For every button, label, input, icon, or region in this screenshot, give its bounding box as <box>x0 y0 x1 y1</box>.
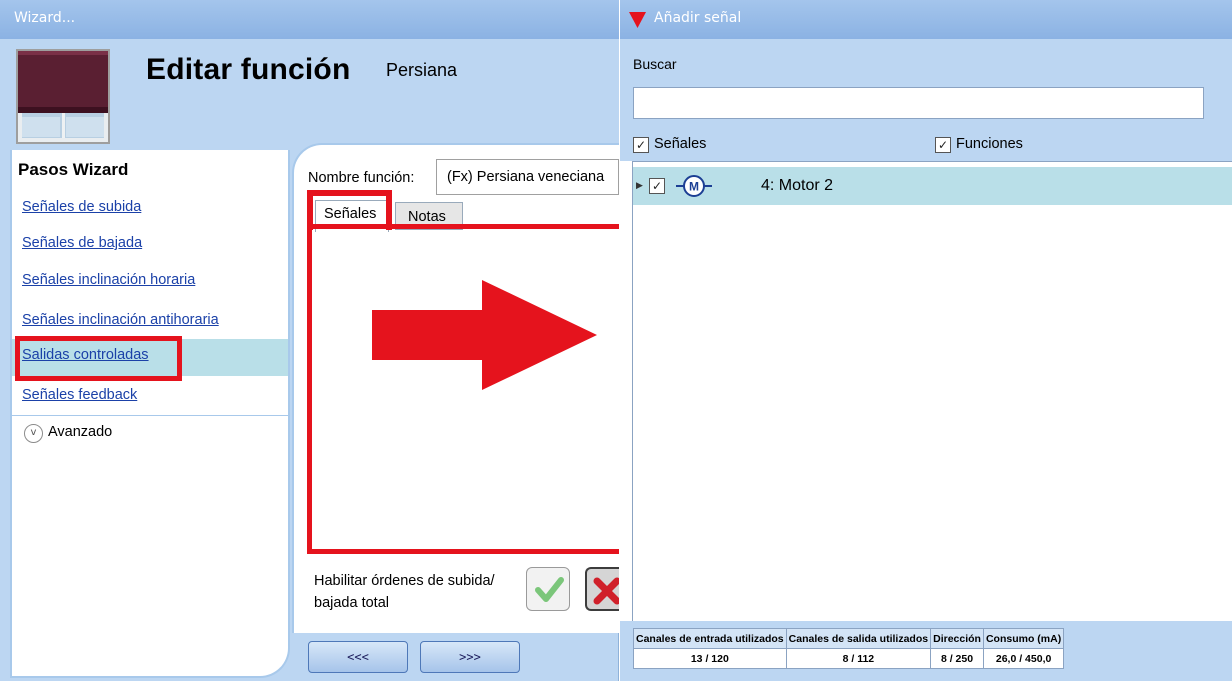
next-step-button[interactable]: >>> <box>420 641 520 673</box>
advanced-toggle-label[interactable]: Avanzado <box>48 424 112 440</box>
step-highlight-box <box>15 336 182 381</box>
collapse-triangle-icon[interactable] <box>629 12 646 28</box>
filter-functions-checkbox[interactable]: ✓ <box>935 137 951 153</box>
usage-stats-table: Canales de entrada utilizados Canales de… <box>633 628 1065 669</box>
enable-total-orders-label: Habilitar órdenes de subida/ bajada tota… <box>314 573 495 611</box>
checkmark-icon <box>535 577 564 602</box>
step-link-senales-feedback[interactable]: Señales feedback <box>22 387 137 403</box>
stats-value-address: 8 / 250 <box>930 648 984 669</box>
stats-value-consumption: 26,0 / 450,0 <box>982 648 1065 669</box>
add-signal-window: Añadir señal Buscar ✓ Señales ✓ Funcione… <box>620 0 1232 681</box>
wizard-titlebar: Wizard... <box>0 0 619 39</box>
step-link-senales-subida[interactable]: Señales de subida <box>22 199 141 215</box>
motor-icon: M <box>676 175 712 197</box>
chevron-down-icon[interactable]: v <box>24 424 43 443</box>
cross-icon <box>593 577 619 605</box>
tree-item-checkbox[interactable]: ✓ <box>649 178 665 194</box>
signal-tree <box>632 161 1232 621</box>
steps-title: Pasos Wizard <box>18 160 129 179</box>
expand-arrow-icon[interactable]: ▶ <box>636 181 643 191</box>
enable-yes-button[interactable] <box>526 567 570 611</box>
wizard-title: Editar función <box>146 53 351 86</box>
filter-functions-label[interactable]: Funciones <box>956 136 1023 152</box>
steps-panel <box>10 150 290 678</box>
stats-header-address: Dirección <box>930 628 984 649</box>
svg-text:M: M <box>689 180 699 194</box>
wizard-header: Editar función Persiana <box>0 39 619 147</box>
filter-signals-label[interactable]: Señales <box>654 136 706 152</box>
stats-header-input-channels: Canales de entrada utilizados <box>633 628 787 649</box>
search-label: Buscar <box>633 56 677 72</box>
step-link-senales-bajada[interactable]: Señales de bajada <box>22 235 142 251</box>
wizard-subtitle: Persiana <box>386 60 458 80</box>
steps-divider <box>12 415 288 416</box>
stats-value-input-channels: 13 / 120 <box>633 648 787 669</box>
add-signal-titlebar: Añadir señal <box>620 0 1232 39</box>
previous-step-button[interactable]: <<< <box>308 641 408 673</box>
step-link-inclinacion-horaria[interactable]: Señales inclinación horaria <box>22 272 195 288</box>
filter-signals-checkbox[interactable]: ✓ <box>633 137 649 153</box>
wizard-window: Wizard... Editar función Persiana Pasos … <box>0 0 619 681</box>
enable-no-button[interactable] <box>585 567 619 611</box>
stats-header-output-channels: Canales de salida utilizados <box>785 628 932 649</box>
step-link-inclinacion-antihoraria[interactable]: Señales inclinación antihoraria <box>22 312 219 328</box>
right-arrow-icon <box>372 280 597 390</box>
stats-header-consumption: Consumo (mA) <box>982 628 1065 649</box>
blind-image <box>16 49 110 144</box>
tree-item-label: 4: Motor 2 <box>761 177 834 194</box>
search-input[interactable] <box>633 87 1204 119</box>
stats-value-output-channels: 8 / 112 <box>785 648 932 669</box>
function-name-input[interactable]: (Fx) Persiana veneciana <box>436 159 619 195</box>
function-name-label: Nombre función: <box>308 170 415 186</box>
tree-item-row[interactable] <box>633 167 1232 205</box>
tab-highlight-top <box>307 190 392 196</box>
